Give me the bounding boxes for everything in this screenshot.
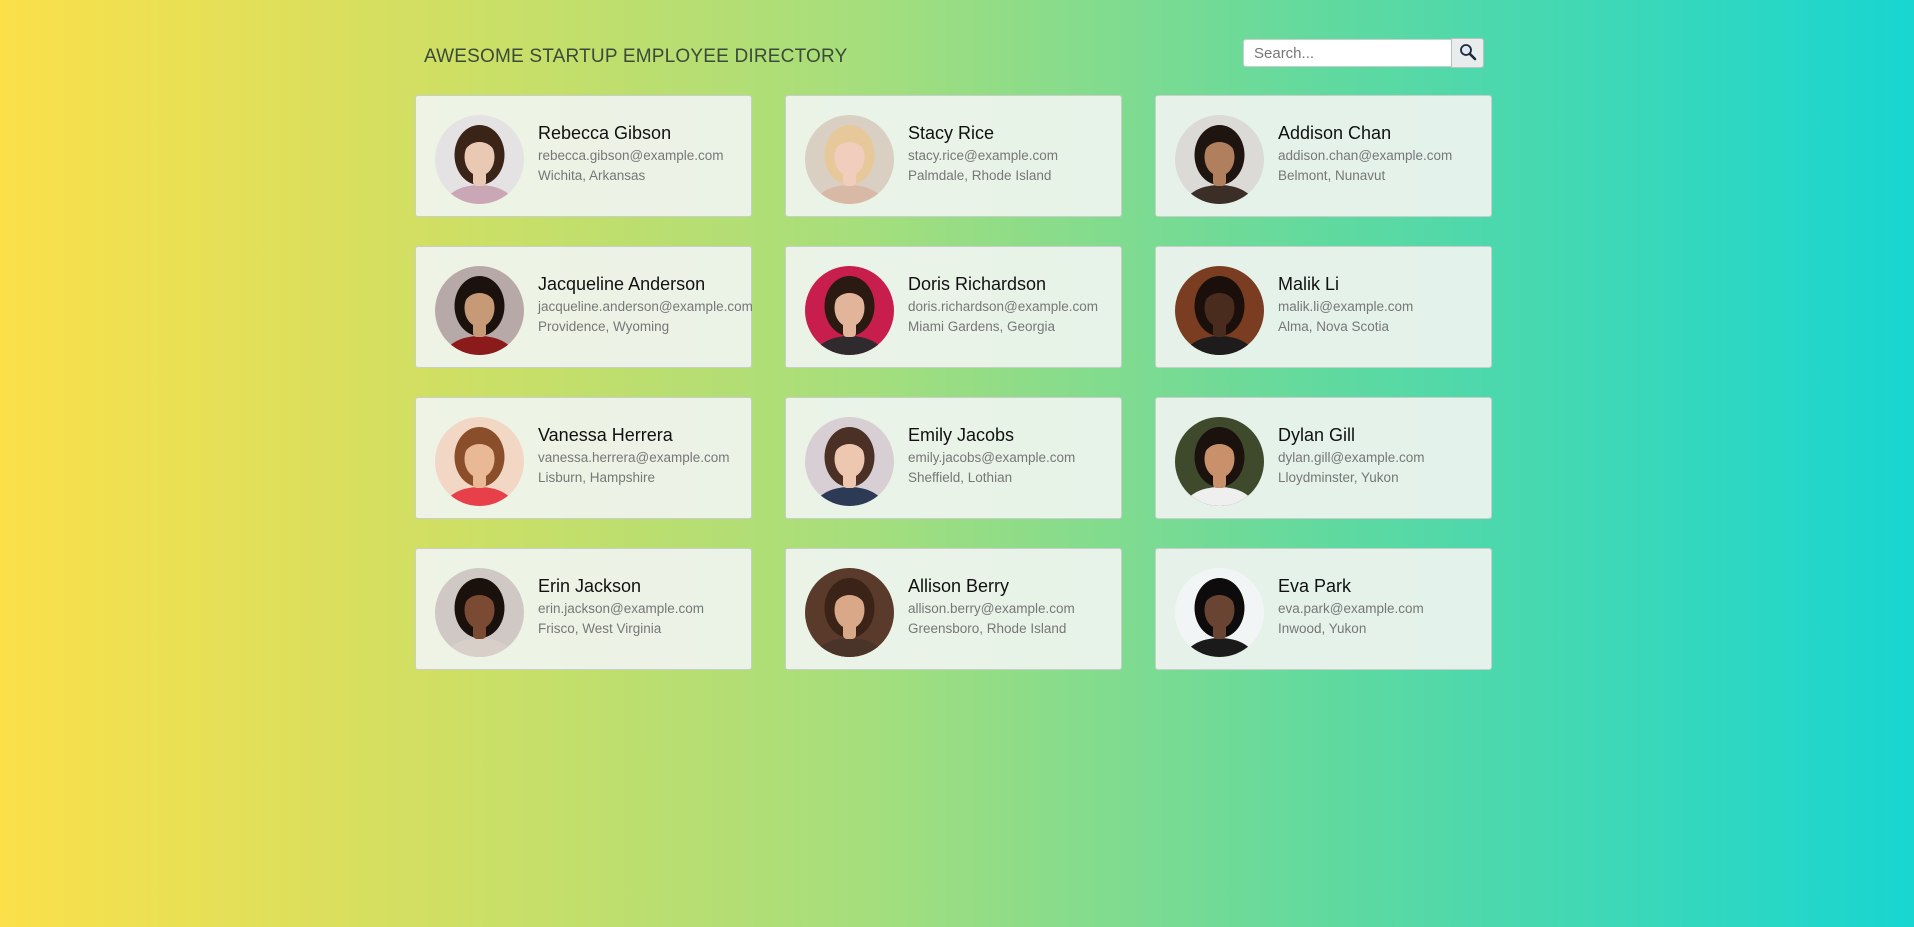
avatar (805, 115, 894, 204)
employee-location: Greensboro, Rhode Island (908, 621, 1067, 636)
employee-email: addison.chan@example.com (1278, 148, 1453, 163)
avatar (1175, 417, 1264, 506)
employee-card[interactable]: Allison Berry allison.berry@example.com … (785, 548, 1122, 670)
magnifier-icon (1459, 43, 1477, 64)
employee-location: Providence, Wyoming (538, 319, 670, 334)
avatar (435, 417, 524, 506)
employee-location: Wichita, Arkansas (538, 168, 646, 183)
employee-card[interactable]: Dylan Gill dylan.gill@example.com Lloydm… (1155, 397, 1492, 519)
avatar (805, 568, 894, 657)
employee-name: Emily Jacobs (908, 425, 1015, 445)
employee-location: Miami Gardens, Georgia (908, 319, 1056, 334)
employee-email: malik.li@example.com (1278, 299, 1414, 314)
employee-name: Rebecca Gibson (538, 123, 672, 143)
avatar (435, 115, 524, 204)
employee-card[interactable]: Malik Li malik.li@example.com Alma, Nova… (1155, 246, 1492, 368)
employee-card[interactable]: Vanessa Herrera vanessa.herrera@example.… (415, 397, 752, 519)
search-form (1243, 38, 1484, 68)
search-button[interactable] (1451, 38, 1484, 68)
employee-email: dylan.gill@example.com (1278, 450, 1425, 465)
employee-location: Frisco, West Virginia (538, 621, 662, 636)
employee-grid: Rebecca Gibson rebecca.gibson@example.co… (415, 95, 1493, 670)
avatar (435, 568, 524, 657)
employee-card[interactable]: Doris Richardson doris.richardson@exampl… (785, 246, 1122, 368)
employee-location: Lisburn, Hampshire (538, 470, 656, 485)
employee-name: Allison Berry (908, 576, 1010, 596)
employee-email: vanessa.herrera@example.com (538, 450, 730, 465)
avatar (805, 266, 894, 355)
employee-email: doris.richardson@example.com (908, 299, 1099, 314)
employee-name: Jacqueline Anderson (538, 274, 706, 294)
employee-email: jacqueline.anderson@example.com (538, 299, 753, 314)
employee-location: Inwood, Yukon (1278, 621, 1367, 636)
employee-email: erin.jackson@example.com (538, 601, 705, 616)
avatar (1175, 568, 1264, 657)
employee-email: eva.park@example.com (1278, 601, 1424, 616)
employee-location: Palmdale, Rhode Island (908, 168, 1052, 183)
employee-card[interactable]: Eva Park eva.park@example.com Inwood, Yu… (1155, 548, 1492, 670)
employee-card[interactable]: Emily Jacobs emily.jacobs@example.com Sh… (785, 397, 1122, 519)
page-title: AWESOME STARTUP EMPLOYEE DIRECTORY (424, 46, 848, 67)
search-input[interactable] (1243, 39, 1451, 67)
page-header: AWESOME STARTUP EMPLOYEE DIRECTORY (424, 38, 1492, 74)
employee-card[interactable]: Erin Jackson erin.jackson@example.com Fr… (415, 548, 752, 670)
employee-name: Eva Park (1278, 576, 1352, 596)
employee-name: Dylan Gill (1278, 425, 1356, 445)
employee-card[interactable]: Rebecca Gibson rebecca.gibson@example.co… (415, 95, 752, 217)
employee-email: emily.jacobs@example.com (908, 450, 1076, 465)
employee-email: rebecca.gibson@example.com (538, 148, 724, 163)
avatar (1175, 266, 1264, 355)
employee-name: Malik Li (1278, 274, 1340, 294)
employee-card[interactable]: Jacqueline Anderson jacqueline.anderson@… (415, 246, 753, 368)
employee-location: Sheffield, Lothian (908, 470, 1013, 485)
employee-card[interactable]: Addison Chan addison.chan@example.com Be… (1155, 95, 1492, 217)
employee-name: Addison Chan (1278, 123, 1392, 143)
avatar (805, 417, 894, 506)
employee-location: Belmont, Nunavut (1278, 168, 1386, 183)
employee-email: allison.berry@example.com (908, 601, 1075, 616)
avatar (1175, 115, 1264, 204)
employee-name: Doris Richardson (908, 274, 1047, 294)
employee-card[interactable]: Stacy Rice stacy.rice@example.com Palmda… (785, 95, 1122, 217)
employee-name: Vanessa Herrera (538, 425, 673, 445)
employee-location: Alma, Nova Scotia (1278, 319, 1390, 334)
employee-name: Erin Jackson (538, 576, 642, 596)
avatar (435, 266, 524, 355)
employee-location: Lloydminster, Yukon (1278, 470, 1399, 485)
employee-email: stacy.rice@example.com (908, 148, 1058, 163)
employee-name: Stacy Rice (908, 123, 995, 143)
